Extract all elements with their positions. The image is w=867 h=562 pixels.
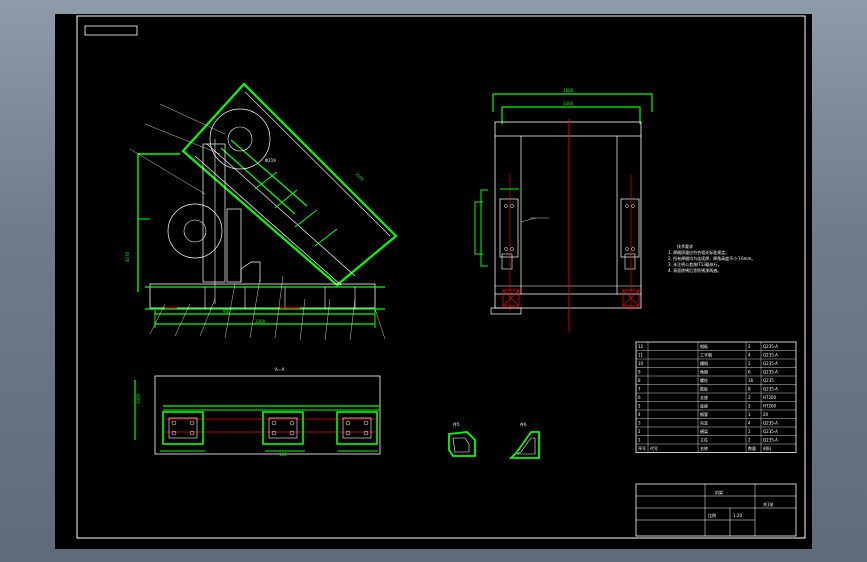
note-line: 3. 未注明公差按IT13级执行。 xyxy=(668,261,722,267)
cad-drawing: 2500 3300 4070 940 Φ219 1800 1400 技术要求 1… xyxy=(76,15,806,539)
bom-cell: Q235-A xyxy=(763,421,778,426)
bom-cell: 支座 xyxy=(700,394,708,400)
dim-height-a: 4070 xyxy=(125,251,130,262)
bom-cell: 钢管 xyxy=(700,411,708,417)
bom-cell: 6 xyxy=(638,395,641,400)
corner-label-box xyxy=(84,25,138,36)
bom-cell: 6 xyxy=(748,370,751,375)
bom-cell: 4 xyxy=(748,353,751,358)
bom-cell: HT200 xyxy=(763,404,777,409)
scale-label: 比例 xyxy=(708,512,716,518)
plan-view: A—A 1000 160 xyxy=(134,367,381,457)
detail-label: 件6 xyxy=(520,421,527,427)
bom-cell: 吊耳 xyxy=(700,421,708,426)
dim-plan-width: 1000 xyxy=(136,393,141,404)
bom-cell: 2 xyxy=(748,404,751,409)
bom-cell: 7 xyxy=(638,387,641,392)
bom-cell: 1 xyxy=(638,438,641,443)
detail-part-5: 件5 xyxy=(448,421,476,457)
bom-cell: 12 xyxy=(638,344,644,349)
bom-cell: 立柱 xyxy=(700,437,708,443)
detail-part-6: 件6 xyxy=(508,421,540,459)
drawing-name: 机架 xyxy=(715,489,723,495)
note-line: 2. 所有焊缝均为连续焊，焊角高度不小于6mm。 xyxy=(668,255,755,261)
dim-base-length: 3300 xyxy=(255,319,266,324)
dim-top-width: 1800 xyxy=(563,88,574,93)
dim-main-height: 2500 xyxy=(354,171,365,182)
bom-cell: 底座 xyxy=(700,403,708,409)
dim-small: 160 xyxy=(279,452,287,457)
bom-cell: 2 xyxy=(748,438,751,443)
bom-cell: 槽钢 xyxy=(700,360,708,366)
bom-cell: Q235-A xyxy=(763,387,778,392)
side-view: 2500 3300 4070 940 Φ219 xyxy=(125,82,398,341)
bom-cell: 工字钢 xyxy=(700,352,712,358)
bom-cell: 10 xyxy=(638,361,644,366)
sheet-border xyxy=(76,15,806,539)
bom-cell: Q235-A xyxy=(763,438,778,443)
bom-cell: 钢板 xyxy=(700,343,708,349)
sheet-count: 共1张 xyxy=(763,501,774,507)
bom-cell: HT200 xyxy=(763,395,777,400)
bom-cell: 2 xyxy=(638,429,641,434)
front-view: 1800 1400 xyxy=(474,88,653,332)
bom-cell: 螺栓 xyxy=(700,377,708,383)
title-block: 机架 比例 1:20 共1张 xyxy=(635,483,797,537)
bom-cell: 2 xyxy=(748,395,751,400)
bom-header-cell: 名称 xyxy=(700,445,708,451)
bom-cell: Q235-A xyxy=(763,344,778,349)
bom-header-cell: 代号 xyxy=(650,445,658,451)
dim-inner-width: 1400 xyxy=(563,101,574,106)
drawing-viewport[interactable]: 2500 3300 4070 940 Φ219 1800 1400 技术要求 1… xyxy=(55,14,812,549)
bom-cell: 筋板 xyxy=(700,386,708,392)
bom-cell: 3 xyxy=(638,421,641,426)
bom-cell: 8 xyxy=(748,387,751,392)
bom-cell: 4 xyxy=(748,421,751,426)
scale-value: 1:20 xyxy=(733,513,742,518)
bom-cell: 16 xyxy=(748,378,754,383)
bom-header-cell: 材料 xyxy=(763,445,771,451)
dim-b: 940 xyxy=(223,309,231,314)
notes-heading: 技术要求 xyxy=(677,243,693,249)
note-line: 4. 表面除锈后涂防锈漆两遍。 xyxy=(668,267,721,273)
bom-cell: Q235-A xyxy=(763,353,778,358)
bom-cell: Q235 xyxy=(763,378,774,383)
bom-cell: Q235-A xyxy=(763,429,778,434)
dim-tube-dia: Φ219 xyxy=(265,158,276,163)
bom-cell: Q235-A xyxy=(763,361,778,366)
bom-cell: 4 xyxy=(638,412,641,417)
bom-cell: Q235-A xyxy=(763,370,778,375)
bom-cell: 2 xyxy=(748,429,751,434)
bom-cell: 9 xyxy=(638,370,641,375)
bom-cell: 2 xyxy=(748,344,751,349)
technical-notes: 技术要求 1. 焊缝质量应符合相关标准规定。 2. 所有焊缝均为连续焊，焊角高度… xyxy=(668,243,755,273)
bom-cell: 2 xyxy=(748,361,751,366)
bom-cell: 20 xyxy=(763,412,769,417)
bom-cell: 5 xyxy=(638,404,641,409)
bom-cell: 1 xyxy=(748,412,751,417)
bom-cell: 8 xyxy=(638,378,641,383)
bom-table: 12 钢板 2 Q235-A11 工字钢 4 Q235-A10 槽钢 2 Q235-A9 角钢 6 Q2… xyxy=(635,341,797,453)
note-line: 1. 焊缝质量应符合相关标准规定。 xyxy=(668,249,729,255)
bom-cell: 11 xyxy=(638,353,644,358)
section-label: A—A xyxy=(275,367,285,372)
detail-label: 件5 xyxy=(453,421,460,427)
bom-cell: 横梁 xyxy=(700,428,708,434)
bom-header-cell: 数量 xyxy=(748,445,756,451)
bom-cell: 角钢 xyxy=(700,369,708,375)
bom-header-cell: 序号 xyxy=(638,445,646,451)
